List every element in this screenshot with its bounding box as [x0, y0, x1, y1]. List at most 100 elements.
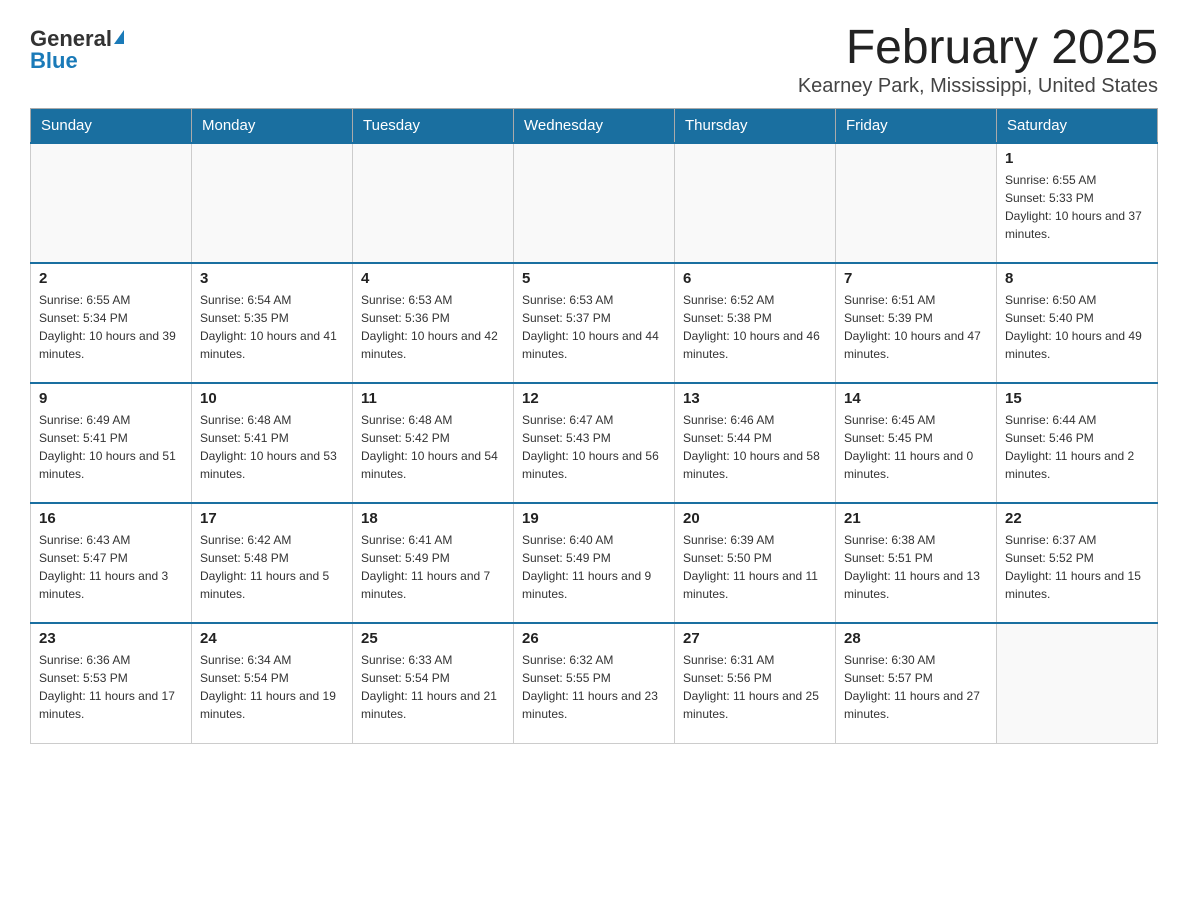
calendar-day-cell: 1 Sunrise: 6:55 AMSunset: 5:33 PMDaylight… [997, 143, 1158, 263]
day-number: 6 [683, 270, 827, 287]
day-info: Sunrise: 6:55 AMSunset: 5:34 PMDaylight:… [39, 291, 183, 363]
calendar-day-cell: 24Sunrise: 6:34 AMSunset: 5:54 PMDayligh… [192, 623, 353, 743]
day-number: 25 [361, 630, 505, 647]
days-of-week-row: SundayMondayTuesdayWednesdayThursdayFrid… [31, 109, 1158, 144]
calendar-header: SundayMondayTuesdayWednesdayThursdayFrid… [31, 109, 1158, 144]
calendar-day-cell [353, 143, 514, 263]
day-number: 12 [522, 390, 666, 407]
calendar-day-cell: 18 Sunrise: 6:41 AMSunset: 5:49 PMDayligh… [353, 503, 514, 623]
day-info: Sunrise: 6:41 AMSunset: 5:49 PMDaylight:… [361, 531, 505, 603]
calendar-day-cell: 9 Sunrise: 6:49 AMSunset: 5:41 PMDaylight… [31, 383, 192, 503]
calendar-day-cell: 17 Sunrise: 6:42 AMSunset: 5:48 PMDayligh… [192, 503, 353, 623]
day-of-week-header: Sunday [31, 109, 192, 144]
calendar-day-cell: 11 Sunrise: 6:48 AMSunset: 5:42 PMDayligh… [353, 383, 514, 503]
day-of-week-header: Wednesday [514, 109, 675, 144]
day-number: 4 [361, 270, 505, 287]
calendar-day-cell: 16 Sunrise: 6:43 AMSunset: 5:47 PMDayligh… [31, 503, 192, 623]
calendar-day-cell: 19Sunrise: 6:40 AMSunset: 5:49 PMDayligh… [514, 503, 675, 623]
day-of-week-header: Tuesday [353, 109, 514, 144]
day-number: 9 [39, 390, 183, 407]
calendar-week-row: 16 Sunrise: 6:43 AMSunset: 5:47 PMDayligh… [31, 503, 1158, 623]
calendar-day-cell: 27 Sunrise: 6:31 AMSunset: 5:56 PMDayligh… [675, 623, 836, 743]
day-info: Sunrise: 6:32 AMSunset: 5:55 PMDaylight:… [522, 651, 666, 723]
day-number: 20 [683, 510, 827, 527]
day-info: Sunrise: 6:47 AMSunset: 5:43 PMDaylight:… [522, 411, 666, 483]
day-info: Sunrise: 6:46 AMSunset: 5:44 PMDaylight:… [683, 411, 827, 483]
day-of-week-header: Monday [192, 109, 353, 144]
calendar-table: SundayMondayTuesdayWednesdayThursdayFrid… [30, 108, 1158, 744]
calendar-day-cell: 15 Sunrise: 6:44 AMSunset: 5:46 PMDayligh… [997, 383, 1158, 503]
day-number: 10 [200, 390, 344, 407]
calendar-day-cell: 7Sunrise: 6:51 AMSunset: 5:39 PMDaylight… [836, 263, 997, 383]
day-number: 24 [200, 630, 344, 647]
day-info: Sunrise: 6:43 AMSunset: 5:47 PMDaylight:… [39, 531, 183, 603]
day-info: Sunrise: 6:42 AMSunset: 5:48 PMDaylight:… [200, 531, 344, 603]
day-info: Sunrise: 6:55 AMSunset: 5:33 PMDaylight:… [1005, 171, 1149, 243]
day-number: 1 [1005, 150, 1149, 167]
day-info: Sunrise: 6:45 AMSunset: 5:45 PMDaylight:… [844, 411, 988, 483]
day-number: 27 [683, 630, 827, 647]
day-info: Sunrise: 6:51 AMSunset: 5:39 PMDaylight:… [844, 291, 988, 363]
calendar-day-cell: 12 Sunrise: 6:47 AMSunset: 5:43 PMDayligh… [514, 383, 675, 503]
day-info: Sunrise: 6:44 AMSunset: 5:46 PMDaylight:… [1005, 411, 1149, 483]
day-info: Sunrise: 6:30 AMSunset: 5:57 PMDaylight:… [844, 651, 988, 723]
calendar-day-cell [514, 143, 675, 263]
logo-blue-text: Blue [30, 50, 78, 72]
day-number: 19 [522, 510, 666, 527]
calendar-day-cell: 23 Sunrise: 6:36 AMSunset: 5:53 PMDayligh… [31, 623, 192, 743]
day-info: Sunrise: 6:53 AMSunset: 5:37 PMDaylight:… [522, 291, 666, 363]
calendar-week-row: 9 Sunrise: 6:49 AMSunset: 5:41 PMDaylight… [31, 383, 1158, 503]
calendar-week-row: 23 Sunrise: 6:36 AMSunset: 5:53 PMDayligh… [31, 623, 1158, 743]
day-number: 22 [1005, 510, 1149, 527]
day-number: 15 [1005, 390, 1149, 407]
day-of-week-header: Thursday [675, 109, 836, 144]
day-info: Sunrise: 6:52 AMSunset: 5:38 PMDaylight:… [683, 291, 827, 363]
calendar-week-row: 1 Sunrise: 6:55 AMSunset: 5:33 PMDaylight… [31, 143, 1158, 263]
day-number: 28 [844, 630, 988, 647]
day-info: Sunrise: 6:33 AMSunset: 5:54 PMDaylight:… [361, 651, 505, 723]
calendar-day-cell: 26 Sunrise: 6:32 AMSunset: 5:55 PMDayligh… [514, 623, 675, 743]
day-number: 13 [683, 390, 827, 407]
day-number: 2 [39, 270, 183, 287]
day-info: Sunrise: 6:49 AMSunset: 5:41 PMDaylight:… [39, 411, 183, 483]
logo: General Blue [30, 20, 124, 72]
day-info: Sunrise: 6:48 AMSunset: 5:42 PMDaylight:… [361, 411, 505, 483]
day-info: Sunrise: 6:38 AMSunset: 5:51 PMDaylight:… [844, 531, 988, 603]
calendar-day-cell: 4 Sunrise: 6:53 AMSunset: 5:36 PMDaylight… [353, 263, 514, 383]
day-number: 16 [39, 510, 183, 527]
day-number: 14 [844, 390, 988, 407]
day-info: Sunrise: 6:37 AMSunset: 5:52 PMDaylight:… [1005, 531, 1149, 603]
calendar-day-cell: 8 Sunrise: 6:50 AMSunset: 5:40 PMDaylight… [997, 263, 1158, 383]
logo-triangle-icon [114, 30, 124, 44]
page-header: General Blue February 2025 Kearney Park,… [30, 20, 1158, 98]
calendar-day-cell: 3Sunrise: 6:54 AMSunset: 5:35 PMDaylight… [192, 263, 353, 383]
calendar-day-cell: 22 Sunrise: 6:37 AMSunset: 5:52 PMDayligh… [997, 503, 1158, 623]
day-number: 23 [39, 630, 183, 647]
calendar-title: February 2025 [798, 20, 1158, 75]
day-number: 17 [200, 510, 344, 527]
day-number: 8 [1005, 270, 1149, 287]
day-number: 26 [522, 630, 666, 647]
day-number: 18 [361, 510, 505, 527]
calendar-day-cell [192, 143, 353, 263]
calendar-day-cell: 5 Sunrise: 6:53 AMSunset: 5:37 PMDaylight… [514, 263, 675, 383]
day-number: 21 [844, 510, 988, 527]
calendar-day-cell [997, 623, 1158, 743]
day-info: Sunrise: 6:36 AMSunset: 5:53 PMDaylight:… [39, 651, 183, 723]
title-section: February 2025 Kearney Park, Mississippi,… [798, 20, 1158, 98]
day-of-week-header: Saturday [997, 109, 1158, 144]
day-info: Sunrise: 6:54 AMSunset: 5:35 PMDaylight:… [200, 291, 344, 363]
calendar-week-row: 2 Sunrise: 6:55 AMSunset: 5:34 PMDaylight… [31, 263, 1158, 383]
calendar-day-cell [675, 143, 836, 263]
day-info: Sunrise: 6:50 AMSunset: 5:40 PMDaylight:… [1005, 291, 1149, 363]
day-info: Sunrise: 6:39 AMSunset: 5:50 PMDaylight:… [683, 531, 827, 603]
calendar-day-cell: 13 Sunrise: 6:46 AMSunset: 5:44 PMDayligh… [675, 383, 836, 503]
calendar-day-cell: 28 Sunrise: 6:30 AMSunset: 5:57 PMDayligh… [836, 623, 997, 743]
day-info: Sunrise: 6:48 AMSunset: 5:41 PMDaylight:… [200, 411, 344, 483]
day-info: Sunrise: 6:53 AMSunset: 5:36 PMDaylight:… [361, 291, 505, 363]
day-info: Sunrise: 6:31 AMSunset: 5:56 PMDaylight:… [683, 651, 827, 723]
day-number: 5 [522, 270, 666, 287]
day-of-week-header: Friday [836, 109, 997, 144]
calendar-day-cell: 6 Sunrise: 6:52 AMSunset: 5:38 PMDaylight… [675, 263, 836, 383]
day-number: 11 [361, 390, 505, 407]
